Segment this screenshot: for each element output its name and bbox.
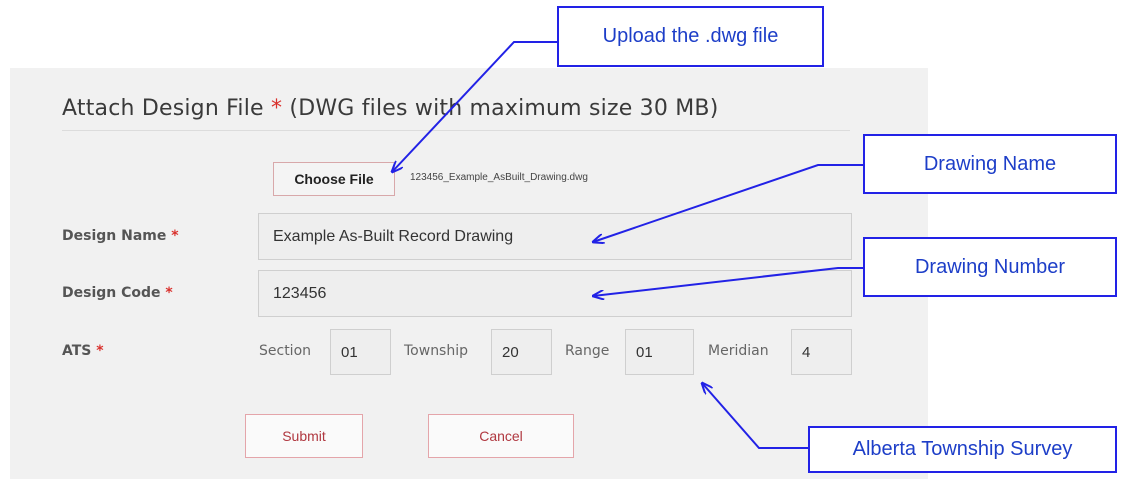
upload-annotation: Upload the .dwg file	[557, 6, 824, 67]
drawing-name-annotation: Drawing Name	[863, 134, 1117, 194]
drawing-number-annotation: Drawing Number	[863, 237, 1117, 297]
drawing-number-arrow	[593, 267, 863, 296]
upload-arrow	[392, 41, 557, 172]
ats-survey-arrow	[702, 383, 808, 449]
ats-survey-annotation: Alberta Township Survey	[808, 426, 1117, 473]
drawing-name-arrow	[593, 164, 863, 242]
